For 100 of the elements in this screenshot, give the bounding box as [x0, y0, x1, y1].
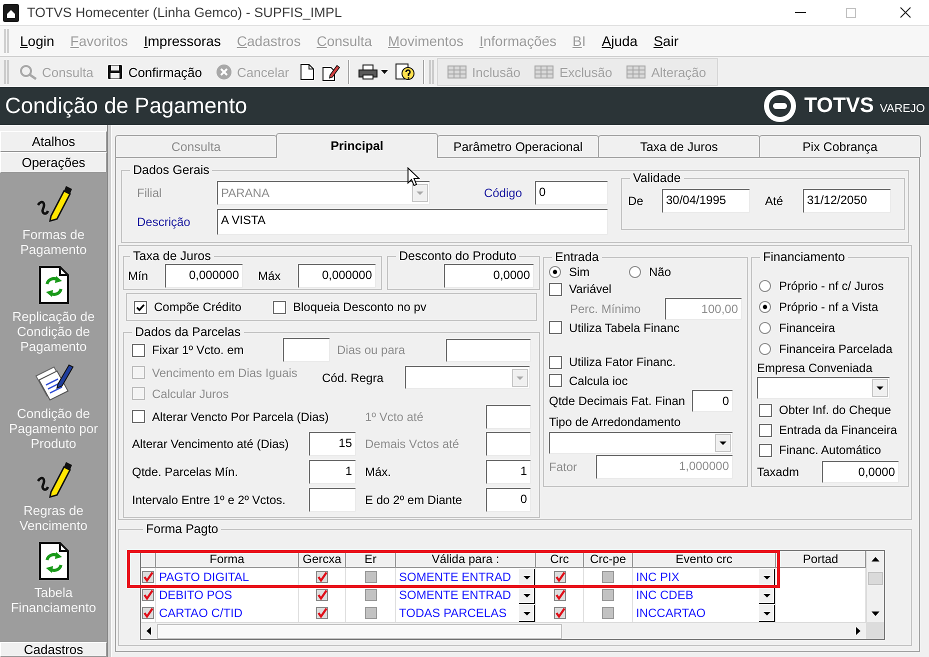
radio-button[interactable] [759, 280, 771, 292]
checkbox[interactable] [134, 300, 147, 314]
sidebar-section-button[interactable]: Cadastros [0, 642, 107, 657]
checkbox[interactable] [602, 589, 614, 601]
checkbox[interactable] [364, 607, 376, 619]
checkbox-label: Utiliza Fator Financ. [569, 355, 676, 369]
radio-button[interactable] [759, 322, 771, 334]
checkbox-label: Compõe Crédito [154, 300, 242, 314]
radio-button[interactable] [549, 266, 561, 278]
caret-icon[interactable] [381, 70, 388, 74]
document-pencil-icon[interactable] [322, 64, 340, 80]
dropdown-arrow-icon[interactable] [519, 604, 535, 622]
mouse-pointer-icon [407, 167, 420, 187]
sidebar-section-button[interactable]: Atalhos [0, 131, 107, 152]
radio-label: Não [649, 265, 672, 279]
tab[interactable]: Pix Cobrança [759, 135, 921, 157]
checkbox[interactable] [132, 344, 145, 356]
table-icon [626, 64, 646, 80]
tab[interactable]: Parâmetro Operacional [437, 135, 599, 157]
printer-icon[interactable] [358, 64, 378, 80]
input-field[interactable]: 30/04/1995 [662, 189, 750, 213]
input-field[interactable]: 15 [309, 432, 356, 456]
menu-item[interactable]: Sair [646, 33, 686, 49]
checkbox[interactable] [364, 571, 376, 583]
checkbox[interactable] [142, 571, 154, 583]
checkbox[interactable] [316, 589, 328, 601]
grip-icon[interactable] [4, 29, 9, 53]
dropdown-field[interactable] [757, 377, 890, 399]
scroll-thumb[interactable] [868, 572, 883, 585]
menu-item[interactable]: Impressoras [136, 33, 229, 49]
input-field[interactable]: A VISTA [217, 209, 608, 235]
checkbox[interactable] [549, 321, 562, 334]
checkbox[interactable] [273, 300, 286, 314]
field-label: 1º Vcto até [365, 410, 424, 424]
checkbox[interactable] [132, 410, 145, 423]
input-field[interactable]: 0 [692, 390, 733, 412]
checkbox[interactable] [759, 404, 772, 416]
checkbox[interactable] [549, 374, 562, 387]
radio-label: Sim [569, 265, 590, 279]
help-icon[interactable] [395, 63, 416, 81]
dropdown-arrow-icon[interactable] [519, 568, 535, 586]
checkbox-label: Financ. Automático [779, 443, 882, 457]
input-field[interactable]: 0,000000 [165, 264, 243, 288]
dropdown-arrow-icon[interactable] [759, 604, 775, 622]
checkbox[interactable] [554, 607, 566, 619]
field-label: Até [764, 194, 784, 208]
radio-button[interactable] [759, 342, 771, 354]
input-field[interactable]: 1 [309, 460, 356, 484]
field-label: Perc. Mínimo [569, 302, 642, 316]
menu-item[interactable]: Login [12, 33, 62, 49]
checkbox[interactable] [759, 424, 772, 436]
radio-button[interactable] [759, 300, 771, 312]
sidebar-section-button[interactable]: Operações [0, 152, 107, 173]
checkbox[interactable] [549, 356, 562, 368]
dropdown-field[interactable]: INC PIX [633, 568, 776, 586]
table-icon [534, 64, 554, 80]
input-field[interactable]: 31/12/2050 [803, 189, 891, 213]
input-field[interactable]: 0,0000 [822, 461, 899, 483]
input-field[interactable] [309, 488, 356, 512]
documents-pen-icon[interactable] [34, 362, 74, 402]
radio-button[interactable] [629, 266, 641, 278]
menu-item[interactable]: Ajuda [594, 33, 646, 49]
checkbox[interactable] [549, 282, 562, 296]
scroll-thumb[interactable] [157, 624, 562, 638]
input-field[interactable] [486, 432, 531, 456]
field-label: E do 2º em Diante [364, 493, 464, 507]
checkbox[interactable] [602, 607, 614, 619]
input-field[interactable] [486, 404, 531, 428]
checkbox[interactable] [554, 589, 566, 601]
field-label: Qtde Decimais Fat. Finan [549, 394, 686, 408]
checkbox[interactable] [142, 607, 154, 619]
input-field[interactable] [283, 338, 330, 362]
input-field[interactable] [446, 338, 531, 362]
input-field[interactable]: 0,0000 [444, 264, 534, 288]
checkbox[interactable] [554, 571, 566, 583]
input-field[interactable]: 0,000000 [298, 264, 376, 288]
checkbox[interactable] [602, 571, 614, 583]
checkbox[interactable] [316, 571, 328, 583]
grip-icon[interactable] [429, 60, 434, 84]
field-label: Fator [549, 460, 578, 474]
dropdown-field[interactable]: SOMENTE ENTRAD [396, 586, 536, 604]
checkbox-label: Alterar Vencto Por Parcela (Dias) [152, 410, 329, 424]
input-field[interactable]: 0 [535, 181, 608, 205]
checkbox[interactable] [316, 607, 328, 619]
grip-icon[interactable] [4, 60, 9, 84]
dropdown-field[interactable] [549, 432, 733, 454]
checkbox[interactable] [364, 589, 376, 601]
toolbar-button[interactable]: Confirmação [100, 59, 210, 85]
tab[interactable]: Principal [276, 133, 438, 158]
dropdown-field[interactable]: SOMENTE ENTRAD [396, 568, 536, 586]
column-header[interactable]: Portad [776, 551, 866, 568]
close-icon[interactable] [900, 7, 911, 18]
document-icon[interactable] [300, 64, 314, 80]
checkbox[interactable] [142, 589, 154, 601]
field-label: Código [482, 186, 523, 200]
dropdown-field[interactable]: INC CDEB [633, 586, 776, 604]
checkbox[interactable] [759, 444, 772, 456]
input-field[interactable]: 0 [486, 488, 531, 512]
dropdown-arrow-icon[interactable] [759, 568, 775, 586]
input-field[interactable]: 1 [486, 460, 531, 484]
